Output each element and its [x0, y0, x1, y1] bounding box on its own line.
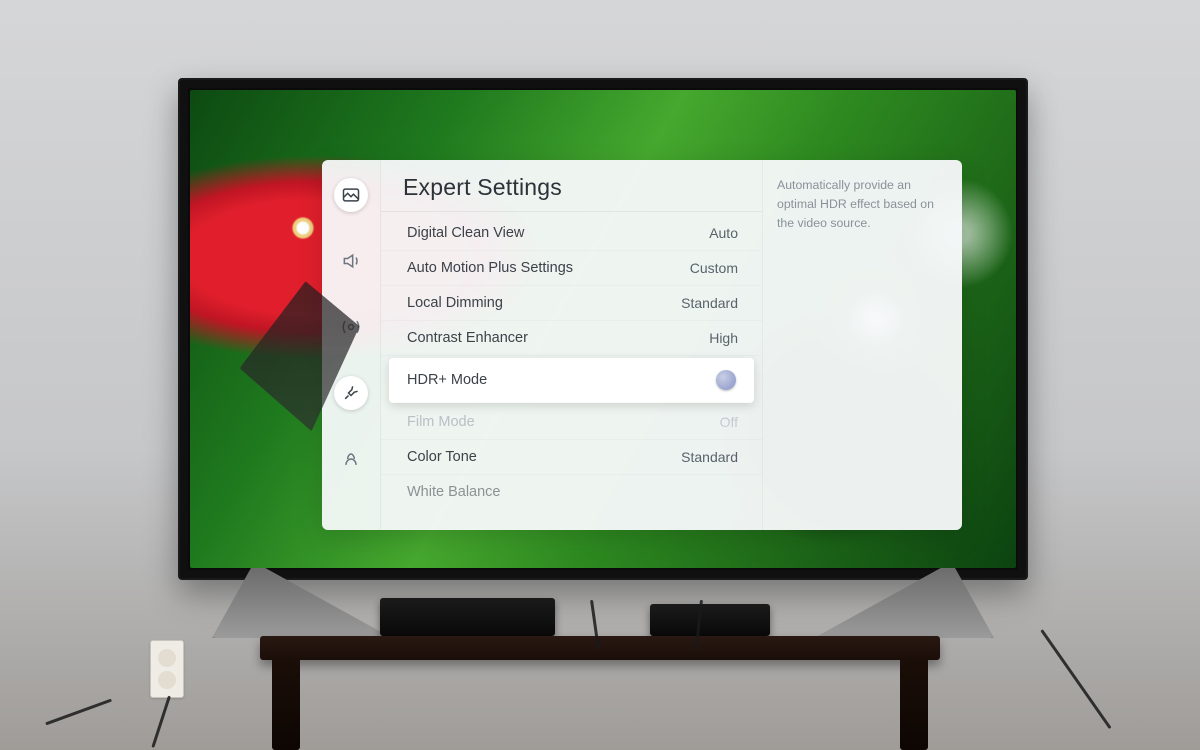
- row-value: Custom: [690, 260, 738, 276]
- row-digital-clean-view[interactable]: Digital Clean View Auto: [381, 216, 762, 251]
- console-box: [380, 598, 555, 636]
- row-color-tone[interactable]: Color Tone Standard: [381, 440, 762, 475]
- row-value: High: [709, 330, 738, 346]
- panel-hint: Automatically provide an optimal HDR eff…: [762, 160, 962, 530]
- row-label: Digital Clean View: [407, 225, 524, 241]
- picture-icon[interactable]: [334, 178, 368, 212]
- wall-outlet: [150, 640, 184, 698]
- row-contrast-enhancer[interactable]: Contrast Enhancer High: [381, 321, 762, 356]
- panel-title: Expert Settings: [381, 160, 762, 212]
- power-cable: [45, 699, 112, 726]
- settings-list: Expert Settings Digital Clean View Auto …: [380, 160, 762, 530]
- general-icon[interactable]: [334, 376, 368, 410]
- settings-panel: Expert Settings Digital Clean View Auto …: [322, 160, 962, 530]
- row-local-dimming[interactable]: Local Dimming Standard: [381, 286, 762, 321]
- toggle-icon[interactable]: [716, 370, 736, 390]
- row-film-mode: Film Mode Off: [381, 405, 762, 440]
- tv-stand-table: [260, 636, 940, 750]
- power-cable: [151, 696, 171, 748]
- row-label: Local Dimming: [407, 295, 503, 311]
- sound-icon[interactable]: [334, 244, 368, 278]
- row-label: Auto Motion Plus Settings: [407, 260, 573, 276]
- row-value: Auto: [709, 225, 738, 241]
- row-value: Off: [720, 414, 738, 430]
- tv-stand-leg: [168, 568, 392, 638]
- row-value: Standard: [681, 449, 738, 465]
- table-top: [260, 636, 940, 660]
- row-label: Film Mode: [407, 414, 475, 430]
- support-icon[interactable]: [334, 442, 368, 476]
- row-white-balance[interactable]: White Balance: [381, 475, 762, 500]
- row-label: HDR+ Mode: [407, 372, 487, 388]
- tv-screen: Expert Settings Digital Clean View Auto …: [190, 90, 1016, 568]
- broadcast-icon[interactable]: [334, 310, 368, 344]
- settings-rows: Digital Clean View Auto Auto Motion Plus…: [381, 212, 762, 530]
- settings-sidebar: [322, 160, 380, 530]
- row-value: Standard: [681, 295, 738, 311]
- row-label: White Balance: [407, 484, 501, 500]
- table-leg: [900, 658, 928, 750]
- power-cable: [1040, 629, 1111, 729]
- row-auto-motion-plus[interactable]: Auto Motion Plus Settings Custom: [381, 251, 762, 286]
- row-label: Color Tone: [407, 449, 477, 465]
- media-box: [650, 604, 770, 636]
- television: Expert Settings Digital Clean View Auto …: [178, 78, 1028, 580]
- row-hdr-plus-mode[interactable]: HDR+ Mode: [389, 358, 754, 403]
- table-leg: [272, 658, 300, 750]
- tv-stand-leg: [814, 568, 1038, 638]
- row-label: Contrast Enhancer: [407, 330, 528, 346]
